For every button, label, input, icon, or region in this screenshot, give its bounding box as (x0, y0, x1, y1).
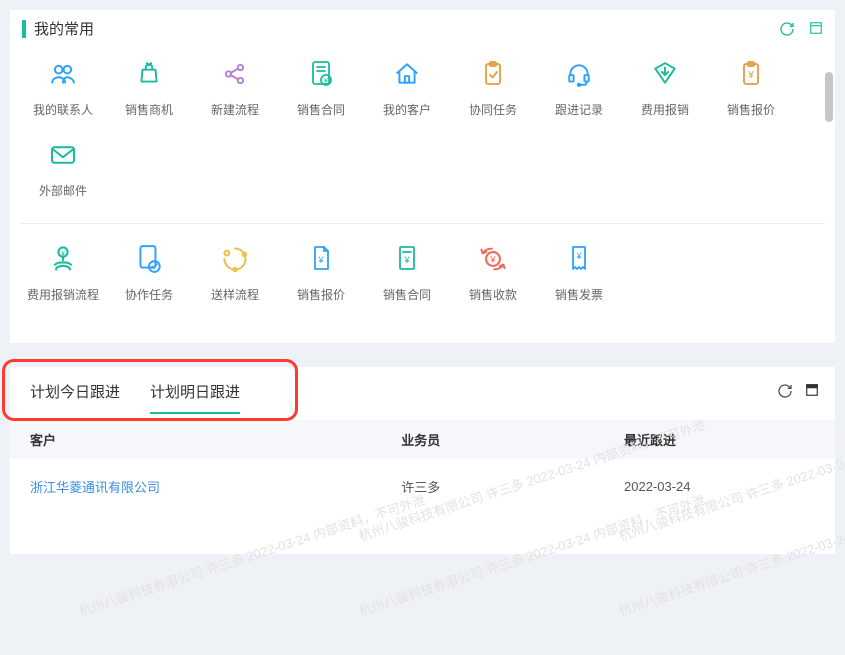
title-accent-bar (22, 20, 26, 38)
fav-label: 我的联系人 (33, 101, 93, 118)
svg-text:¥: ¥ (489, 254, 496, 264)
fav-cooperation[interactable]: 协作任务 (106, 244, 192, 303)
fav-sales-contract-2[interactable]: ¥ 销售合同 (364, 244, 450, 303)
download-v-icon (648, 59, 682, 89)
fav-sales-contract[interactable]: ¥ 销售合同 (278, 59, 364, 118)
favorites-header: 我的常用 (10, 10, 835, 39)
maximize-icon[interactable] (805, 383, 819, 402)
yen-arrows-icon: ¥ (476, 244, 510, 274)
fav-label: 销售合同 (297, 101, 345, 118)
col-agent: 业务员 (381, 420, 604, 459)
fav-sales-quote[interactable]: ¥ 销售报价 (708, 59, 794, 118)
clipboard-yen-icon: ¥ (734, 59, 768, 89)
followup-tabs: 计划今日跟进计划明日跟进 (10, 367, 835, 414)
tab-today[interactable]: 计划今日跟进 (30, 381, 120, 414)
fav-label: 销售收款 (469, 286, 517, 303)
fav-leads[interactable]: 销售商机 (106, 59, 192, 118)
followup-panel: 计划今日跟进计划明日跟进 客户 业务员 最近跟进 浙江华菱通讯有限公司许三多20… (10, 367, 835, 554)
fav-expense-process[interactable]: ¥ 费用报销流程 (20, 244, 106, 303)
fav-label: 协同任务 (469, 101, 517, 118)
refresh-icon[interactable] (779, 21, 795, 37)
envelope-icon (46, 140, 80, 170)
svg-text:¥: ¥ (324, 78, 328, 85)
fav-sales-quote-2[interactable]: ¥ 销售报价 (278, 244, 364, 303)
fav-label: 送样流程 (211, 286, 259, 303)
doc-yen-icon: ¥ (304, 59, 338, 89)
fav-label: 外部邮件 (39, 182, 87, 199)
fav-sales-receipt[interactable]: ¥ 销售收款 (450, 244, 536, 303)
fav-label: 我的客户 (383, 101, 431, 118)
headset-icon (562, 59, 596, 89)
fav-label: 销售报价 (297, 286, 345, 303)
fav-contacts[interactable]: 我的联系人 (20, 59, 106, 118)
favorites-actions (779, 21, 823, 37)
followup-actions (777, 383, 819, 402)
svg-text:¥: ¥ (403, 255, 410, 265)
col-last: 最近跟进 (604, 420, 835, 459)
fav-label: 协作任务 (125, 286, 173, 303)
doc-yen2-icon: ¥ (304, 244, 338, 274)
fav-label: 费用报销 (641, 101, 689, 118)
favorites-title-wrap: 我的常用 (22, 18, 94, 39)
people-icon (46, 59, 80, 89)
cell-customer[interactable]: 浙江华菱通讯有限公司 (10, 459, 381, 514)
followup-table: 客户 业务员 最近跟进 浙江华菱通讯有限公司许三多2022-03-24 (10, 420, 835, 514)
ring-icon (218, 244, 252, 274)
fav-label: 销售商机 (125, 101, 173, 118)
fav-sample-process[interactable]: 送样流程 (192, 244, 278, 303)
fav-followup-log[interactable]: 跟进记录 (536, 59, 622, 118)
table-row[interactable]: 浙江华菱通讯有限公司许三多2022-03-24 (10, 459, 835, 514)
col-customer: 客户 (10, 420, 381, 459)
receipt-icon: ¥ (562, 244, 596, 274)
hand-yen-icon: ¥ (46, 244, 80, 274)
fav-label: 销售发票 (555, 286, 603, 303)
fav-sales-invoice[interactable]: ¥ 销售发票 (536, 244, 622, 303)
maximize-icon[interactable] (809, 21, 823, 37)
refresh-icon[interactable] (777, 383, 793, 402)
doc-check-icon (132, 244, 166, 274)
cell-last: 2022-03-24 (604, 459, 835, 514)
bag-icon (132, 59, 166, 89)
house-icon (390, 59, 424, 89)
fav-label: 新建流程 (211, 101, 259, 118)
fav-label: 费用报销流程 (27, 286, 99, 303)
favorites-panel: 我的常用 我的联系人 销售商机 新建流程 ¥ 销售合同 我的客户 协同任务 跟进记录 费用报销 ¥… (10, 10, 835, 343)
svg-text:¥: ¥ (317, 255, 324, 265)
tab-tomorrow[interactable]: 计划明日跟进 (150, 381, 240, 414)
fav-label: 跟进记录 (555, 101, 603, 118)
fav-label: 销售合同 (383, 286, 431, 303)
fav-new-process[interactable]: 新建流程 (192, 59, 278, 118)
fav-label: 销售报价 (727, 101, 775, 118)
fav-my-customers[interactable]: 我的客户 (364, 59, 450, 118)
clipboard-check-icon (476, 59, 510, 89)
share-icon (218, 59, 252, 89)
fav-expense[interactable]: 费用报销 (622, 59, 708, 118)
svg-text:¥: ¥ (747, 70, 754, 81)
fav-coop-task[interactable]: 协同任务 (450, 59, 536, 118)
favorites-title: 我的常用 (34, 18, 94, 39)
scrollbar-thumb[interactable] (825, 72, 833, 122)
favorites-grid: 我的联系人销售商机新建流程¥销售合同我的客户协同任务跟进记录费用报销¥销售报价外… (10, 39, 835, 343)
cell-agent: 许三多 (381, 459, 604, 514)
favorites-divider (20, 223, 825, 224)
doc-yen3-icon: ¥ (390, 244, 424, 274)
svg-text:¥: ¥ (575, 251, 582, 261)
fav-external-mail[interactable]: 外部邮件 (20, 140, 106, 199)
